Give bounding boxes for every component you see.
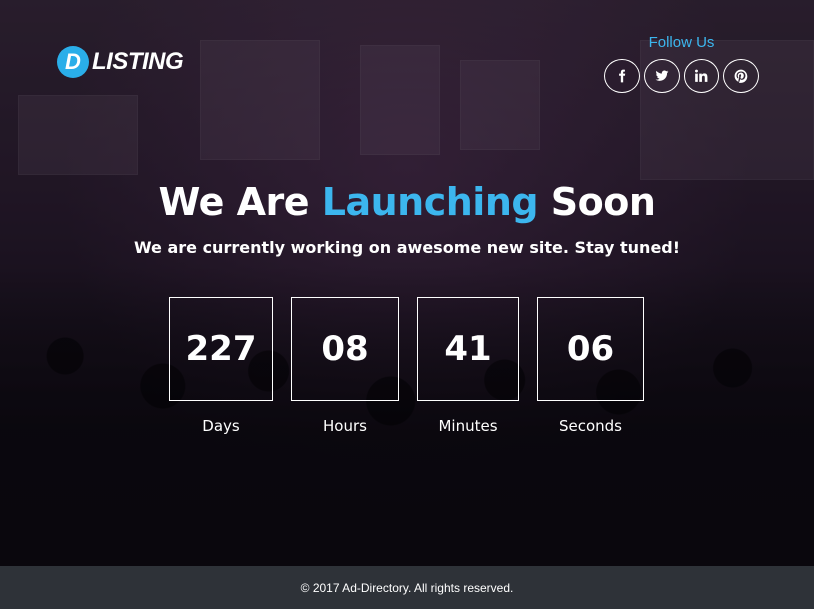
countdown-hours: 08 Hours	[291, 297, 399, 435]
title-end: Soon	[538, 180, 656, 224]
logo[interactable]: D LISTING	[57, 46, 184, 78]
countdown-value: 41	[417, 297, 519, 401]
social-links	[604, 59, 759, 93]
linkedin-button[interactable]	[683, 59, 720, 93]
facebook-button[interactable]	[604, 59, 640, 93]
logo-text: LISTING	[92, 48, 184, 75]
countdown-value: 227	[169, 297, 273, 401]
countdown-seconds: 06 Seconds	[537, 297, 644, 435]
copyright-text: © 2017 Ad-Directory. All rights reserved…	[300, 580, 514, 595]
countdown-days: 227 Days	[169, 297, 273, 435]
countdown-value: 06	[537, 297, 644, 401]
twitter-button[interactable]	[643, 59, 680, 93]
countdown-label: Days	[202, 417, 240, 435]
countdown-timer: 227 Days 08 Hours 41 Minutes 06 Seconds	[0, 297, 814, 437]
pinterest-icon	[734, 69, 748, 83]
title-start: We Are	[158, 180, 322, 224]
pinterest-button[interactable]	[723, 59, 759, 93]
title-accent: Launching	[321, 180, 539, 224]
countdown-label: Hours	[323, 417, 367, 435]
countdown-label: Seconds	[558, 417, 623, 435]
facebook-icon	[618, 69, 626, 83]
logo-mark: D	[57, 46, 89, 78]
twitter-icon	[655, 70, 669, 81]
countdown-value: 08	[291, 297, 399, 401]
linkedin-icon	[695, 69, 708, 82]
follow-us-title: Follow Us	[648, 34, 715, 51]
follow-us-section: Follow Us	[604, 34, 759, 93]
footer: © 2017 Ad-Directory. All rights reserved…	[0, 566, 814, 609]
page-subtitle: We are currently working on awesome new …	[133, 238, 681, 257]
countdown-label: Minutes	[438, 417, 498, 435]
page-title: We Are Launching Soon	[0, 180, 814, 224]
countdown-minutes: 41 Minutes	[417, 297, 519, 435]
hero-section: We Are Launching Soon We are currently w…	[0, 180, 814, 257]
